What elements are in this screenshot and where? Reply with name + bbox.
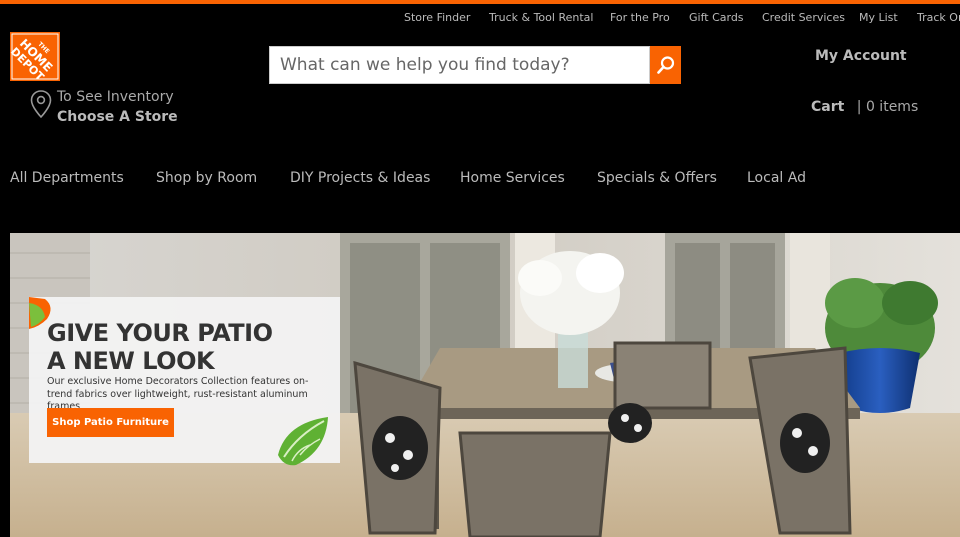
cart-separator: | bbox=[856, 99, 862, 115]
map-pin-icon[interactable] bbox=[29, 89, 53, 119]
choose-store-link[interactable]: Choose A Store bbox=[57, 109, 178, 125]
my-account-link[interactable]: My Account bbox=[815, 48, 907, 64]
store-inventory-prompt: To See Inventory bbox=[57, 89, 174, 105]
utility-link-gift-cards[interactable]: Gift Cards bbox=[689, 11, 744, 24]
promo-headline-line2: A NEW LOOK bbox=[47, 347, 215, 375]
leaf-decoration-icon bbox=[29, 297, 51, 329]
nav-all-departments[interactable]: All Departments bbox=[10, 170, 124, 186]
utility-link-for-the-pro[interactable]: For the Pro bbox=[610, 11, 670, 24]
search-icon bbox=[656, 56, 674, 74]
utility-link-credit-services[interactable]: Credit Services bbox=[762, 11, 845, 24]
logo-mark: THE HOME DEPOT bbox=[10, 32, 60, 81]
cart-label: Cart bbox=[811, 99, 845, 115]
nav-diy-projects-ideas[interactable]: DIY Projects & Ideas bbox=[290, 170, 430, 186]
search-button[interactable] bbox=[650, 46, 681, 84]
nav-home-services[interactable]: Home Services bbox=[460, 170, 565, 186]
promo-headline-line1: GIVE YOUR PATIO bbox=[47, 319, 273, 347]
cart-count: 0 items bbox=[865, 99, 919, 115]
nav-local-ad[interactable]: Local Ad bbox=[747, 170, 806, 186]
nav-specials-offers[interactable]: Specials & Offers bbox=[597, 170, 717, 186]
shop-patio-furniture-button[interactable]: Shop Patio Furniture bbox=[47, 408, 174, 437]
promo-headline: GIVE YOUR PATIO A NEW LOOK bbox=[47, 319, 273, 375]
leaf-accent-icon bbox=[278, 417, 328, 466]
top-accent-bar bbox=[0, 0, 960, 4]
nav-shop-by-room[interactable]: Shop by Room bbox=[156, 170, 257, 186]
home-depot-logo[interactable]: THE HOME DEPOT bbox=[10, 32, 60, 81]
search-bar bbox=[269, 46, 681, 84]
utility-link-track-order[interactable]: Track Or bbox=[917, 11, 960, 24]
search-input[interactable] bbox=[269, 46, 650, 84]
utility-nav: Store Finder Truck & Tool Rental For the… bbox=[0, 11, 960, 25]
utility-link-store-finder[interactable]: Store Finder bbox=[404, 11, 470, 24]
utility-link-my-list[interactable]: My List bbox=[859, 11, 898, 24]
utility-link-truck-tool-rental[interactable]: Truck & Tool Rental bbox=[489, 11, 593, 24]
cart-link[interactable]: Cart | 0 items bbox=[811, 99, 918, 115]
